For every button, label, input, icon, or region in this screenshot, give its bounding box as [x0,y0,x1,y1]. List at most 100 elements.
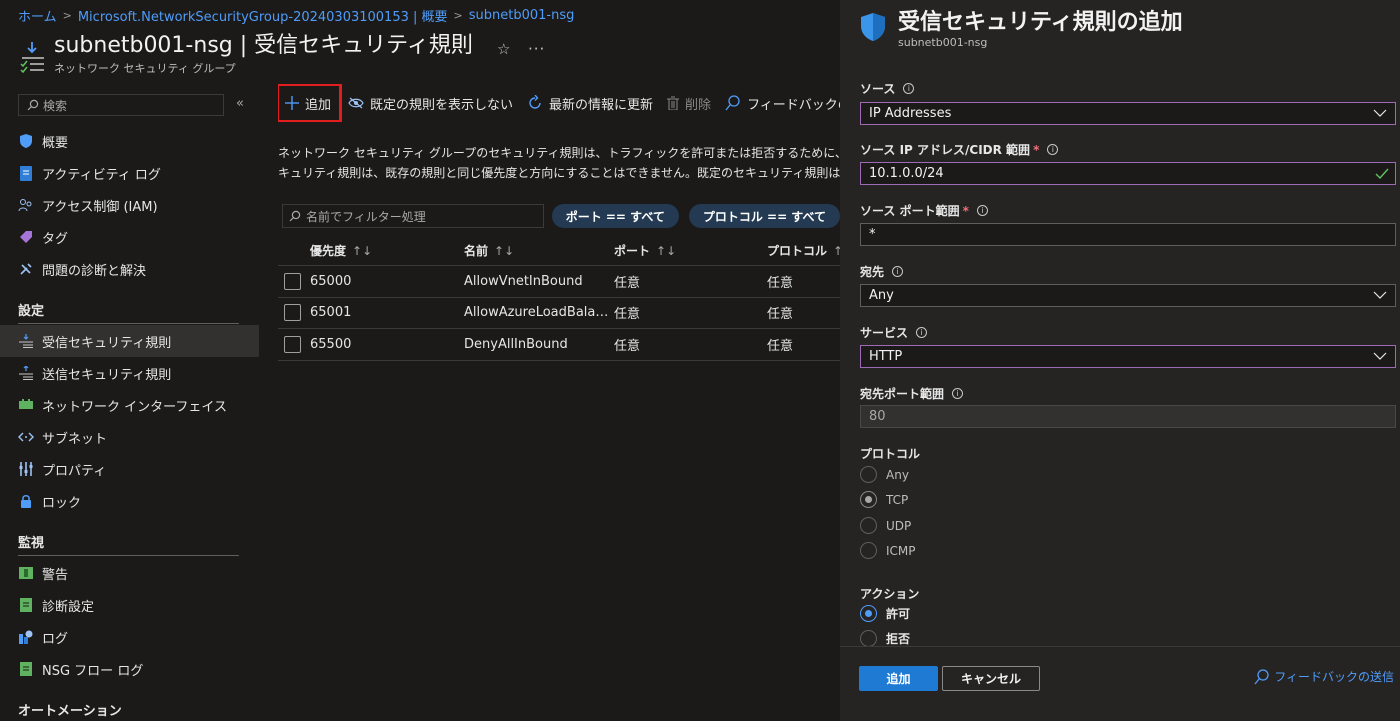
outbound-rules-icon [18,365,34,381]
sidebar-item-properties[interactable]: プロパティ [0,453,259,485]
sidebar-item-label: 問題の診断と解決 [42,263,147,279]
tag-icon [18,229,34,245]
destination-dropdown[interactable]: Any [860,284,1396,307]
protocol-filter-pill[interactable]: プロトコル == すべて [688,204,840,228]
row-checkbox[interactable] [284,272,301,290]
action-option-allow[interactable]: 許可 [860,605,910,622]
favorite-star-icon[interactable]: ☆ [497,40,510,58]
cell-name[interactable]: AllowVnetInBound [464,274,614,289]
sidebar-search-input[interactable]: 検索 [18,94,224,116]
port-filter-pill[interactable]: ポート == すべて [551,204,679,228]
cell-port: 任意 [614,307,641,323]
protocol-option-icmp[interactable]: ICMP [860,542,916,559]
column-name[interactable]: 名前 ↑↓ [464,242,614,259]
breadcrumb-resource-group[interactable]: Microsoft.NetworkSecurityGroup-202403031… [78,6,448,25]
name-filter-input[interactable]: 名前でフィルター処理 [282,204,544,228]
service-dropdown-value: HTTP [869,349,903,364]
breadcrumb-home[interactable]: ホーム [18,6,57,25]
shield-icon [860,12,886,42]
info-icon[interactable]: i [916,327,928,338]
sidebar-section-settings: 設定 [18,304,45,319]
sidebar-item-iam[interactable]: アクセス制御 (IAM) [0,189,259,221]
sidebar-item-label: ログ [42,631,69,647]
sidebar-item-label: ネットワーク インターフェイス [42,399,227,415]
submit-add-button[interactable]: 追加 [859,666,938,691]
sidebar-item-locks[interactable]: ロック [0,485,259,517]
feedback-label: フィードバックの送信 [747,97,840,113]
sidebar-item-diagnose[interactable]: 問題の診断と解決 [0,253,259,285]
radio-label: UDP [886,518,912,533]
breadcrumb: ホーム > Microsoft.NetworkSecurityGroup-202… [18,6,575,25]
sidebar-item-label: アクセス制御 (IAM) [42,199,158,215]
rules-table: 優先度 ↑↓ 名前 ↑↓ ポート ↑↓ プロトコル ↑↓ 65000 AllowVnet… [278,236,840,361]
delete-button[interactable]: 削除 [667,87,711,119]
sidebar-item-logs[interactable]: ログ [0,621,259,653]
info-icon[interactable]: i [1047,144,1059,155]
sidebar-item-tags[interactable]: タグ [0,221,259,253]
sidebar-item-inbound-rules[interactable]: 受信セキュリティ規則 [0,325,259,357]
sidebar-item-activity-log[interactable]: アクティビティ ログ [0,157,259,189]
source-dropdown[interactable]: IP Addresses [860,102,1396,125]
table-row[interactable]: 65500 DenyAllInBound 任意 任意 [278,329,840,361]
cancel-button[interactable]: キャンセル [942,666,1040,691]
destination-port-label: 宛先ポート範囲 i [860,385,964,402]
sidebar-item-overview[interactable]: 概要 [0,125,259,157]
column-label: 名前 [464,244,489,258]
column-label: プロトコル [767,244,828,258]
table-row[interactable]: 65001 AllowAzureLoadBalancerInBound 任意 任… [278,298,840,329]
chevron-down-icon [1373,108,1387,118]
protocol-option-any[interactable]: Any [860,466,909,483]
sidebar-item-nsg-flow-logs[interactable]: NSG フロー ログ [0,653,259,685]
info-icon[interactable]: i [903,83,915,94]
add-button[interactable]: 追加 [278,84,343,122]
plus-icon [285,96,299,110]
more-options-icon[interactable]: ··· [528,40,545,58]
cell-name[interactable]: AllowAzureLoadBalancerInBound [464,305,614,320]
description-line-1: ネットワーク セキュリティ グループのセキュリティ規則は、トラフィックを許可また… [278,146,840,160]
protocol-option-udp[interactable]: UDP [860,517,911,534]
info-icon[interactable]: i [976,205,988,216]
info-icon[interactable]: i [892,266,904,277]
source-dropdown-value: IP Addresses [869,106,952,121]
source-label-text: ソース [860,82,896,96]
breadcrumb-nsg[interactable]: subnetb001-nsg [469,8,575,23]
row-checkbox[interactable] [284,304,301,322]
sidebar-item-alerts[interactable]: 警告 [0,557,259,589]
source-ip-input[interactable]: 10.1.0.0/24 [860,162,1396,185]
required-mark: * [1033,142,1040,157]
page-subtitle: ネットワーク セキュリティ グループ [54,62,236,75]
service-dropdown[interactable]: HTTP [860,345,1396,368]
column-protocol[interactable]: プロトコル ↑↓ [767,242,840,259]
cell-priority: 65000 [310,273,352,289]
destination-port-input[interactable]: 80 [860,405,1396,428]
sidebar-item-outbound-rules[interactable]: 送信セキュリティ規則 [0,357,259,389]
refresh-icon [527,95,543,111]
column-priority[interactable]: 優先度 ↑↓ [310,242,464,259]
sidebar-item-diagnostic-settings[interactable]: 診断設定 [0,589,259,621]
radio-circle [860,605,877,622]
source-port-input[interactable]: * [860,223,1396,246]
chevron-right-icon: > [62,8,72,22]
info-icon[interactable]: i [952,388,964,399]
destination-label-text: 宛先 [860,265,885,279]
sidebar-item-label: プロパティ [42,463,107,479]
table-row[interactable]: 65000 AllowVnetInBound 任意 任意 [278,266,840,298]
panel-feedback-link[interactable]: フィードバックの送信 [1254,668,1394,685]
hide-default-rules-button[interactable]: 既定の規則を表示しない [348,87,513,119]
sidebar-item-subnets[interactable]: サブネット [0,421,259,453]
feedback-button[interactable]: フィードバックの送信 [725,87,840,119]
inbound-rules-icon [18,38,48,74]
destination-port-value: 80 [869,409,886,424]
cell-name[interactable]: DenyAllInBound [464,337,614,352]
sidebar-item-network-interfaces[interactable]: ネットワーク インターフェイス [0,389,259,421]
column-port[interactable]: ポート ↑↓ [614,242,767,259]
search-icon [27,99,39,111]
collapse-sidebar-icon[interactable]: « [236,96,244,111]
refresh-button[interactable]: 最新の情報に更新 [527,87,653,119]
action-option-deny[interactable]: 拒否 [860,630,910,647]
trash-icon [667,96,680,110]
row-checkbox[interactable] [284,335,301,353]
protocol-option-tcp[interactable]: TCP [860,491,908,508]
cell-protocol: 任意 [767,307,794,323]
cell-port: 任意 [614,275,641,291]
